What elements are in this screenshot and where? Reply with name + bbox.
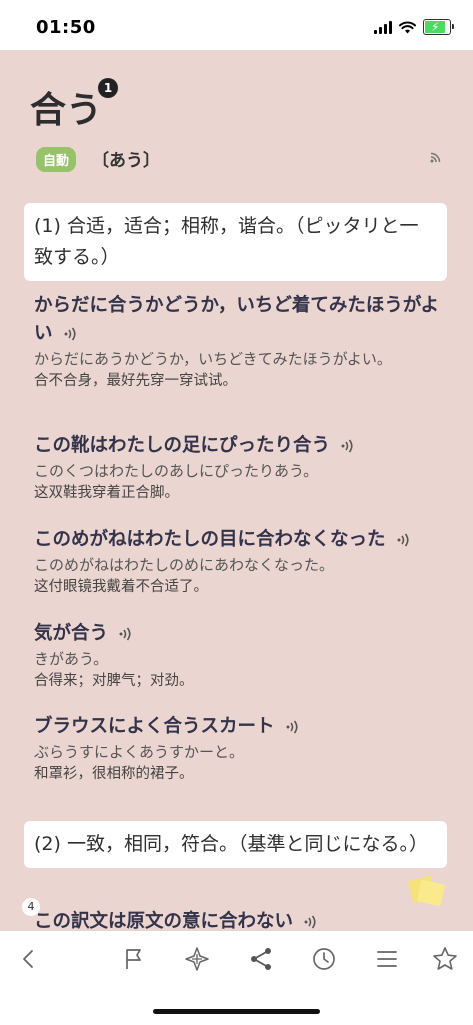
example-reading: からだにあうかどうか，いちどきてみたほうがよい。 [34,350,392,368]
status-bar: 01:50 ⚡ [0,0,473,50]
example-reading: きがあう。 [34,650,109,668]
back-icon[interactable] [15,945,43,973]
sticky-note-icon[interactable] [407,872,447,908]
headword-number-badge: 1 [98,78,118,98]
example-5: ブラウスによく合うスカート ぶらうすによくあうすかーと。 和罩衫，很相称的裙子。 [34,713,446,785]
example-reading: このめがねはわたしのめにあわなくなった。 [34,556,335,574]
example-japanese: この靴はわたしの足にぴったり合う [34,435,331,456]
sense-definition-1: (1) 合适，适合；相称，谐合。（ピッタリと一致する。） [24,203,447,281]
headword: 合う [30,89,103,131]
status-time: 01:50 [36,17,96,38]
speaker-icon[interactable] [63,327,79,341]
example-translation: 合不合身，最好先穿一穿试试。 [34,373,237,389]
status-icons: ⚡ [374,19,454,35]
history-icon[interactable] [310,945,338,973]
star-icon[interactable] [431,945,459,973]
example-reading: このくつはわたしのあしにぴったりあう。 [34,462,319,480]
speaker-icon[interactable] [118,627,134,641]
example-4: 気が合う きがあう。 合得来；对脾气；对劲。 [34,620,446,692]
example-japanese: このめがねはわたしの目に合わなくなった [34,529,386,550]
example-reading: ぶらうすによくあうすかーと。 [34,743,245,761]
example-2: この靴はわたしの足にぴったり合う このくつはわたしのあしにぴったりあう。 这双鞋… [34,432,446,504]
speaker-icon[interactable] [396,533,412,547]
example-japanese: 気が合う [34,623,109,644]
list-icon[interactable] [373,945,401,973]
wifi-icon [399,20,416,33]
side-number-badge[interactable]: 4 [22,898,40,916]
sense-definition-2: (2) 一致，相同，符合。（基準と同じになる。） [24,821,447,868]
dictionary-entry: 合う 1 自動 〔あう〕 (1) 合适，适合；相称，谐合。（ピッタリと一致する。… [0,50,473,930]
speaker-icon[interactable] [303,915,319,929]
example-6: この訳文は原文の意に合わない [34,908,446,930]
example-translation: 这双鞋我穿着正合脚。 [34,485,179,501]
share-icon[interactable] [247,945,275,973]
flag-icon[interactable] [120,945,148,973]
example-translation: 和罩衫，很相称的裙子。 [34,766,194,782]
compass-icon[interactable] [183,945,211,973]
example-1: からだに合うかどうか，いちど着てみたほうがよい からだにあうかどうか，いちどきて… [34,292,446,392]
home-indicator[interactable] [153,1009,320,1014]
speaker-icon[interactable] [285,720,301,734]
part-of-speech-tag: 自動 [36,147,77,172]
example-translation: 这付眼镜我戴着不合适了。 [34,579,208,595]
battery-icon: ⚡ [423,19,454,35]
cellular-signal-icon [374,20,392,34]
reading: 〔あう〕 [92,151,160,171]
example-japanese: この訳文は原文の意に合わない [34,911,294,930]
audio-source-icon[interactable] [429,150,443,164]
example-translation: 合得来；对脾气；对劲。 [34,673,194,689]
example-3: このめがねはわたしの目に合わなくなった このめがねはわたしのめにあわなくなった。… [34,526,446,598]
example-japanese: からだに合うかどうか，いちど着てみたほうがよい [34,295,439,344]
example-japanese: ブラウスによく合うスカート [34,716,275,737]
speaker-icon[interactable] [340,439,356,453]
